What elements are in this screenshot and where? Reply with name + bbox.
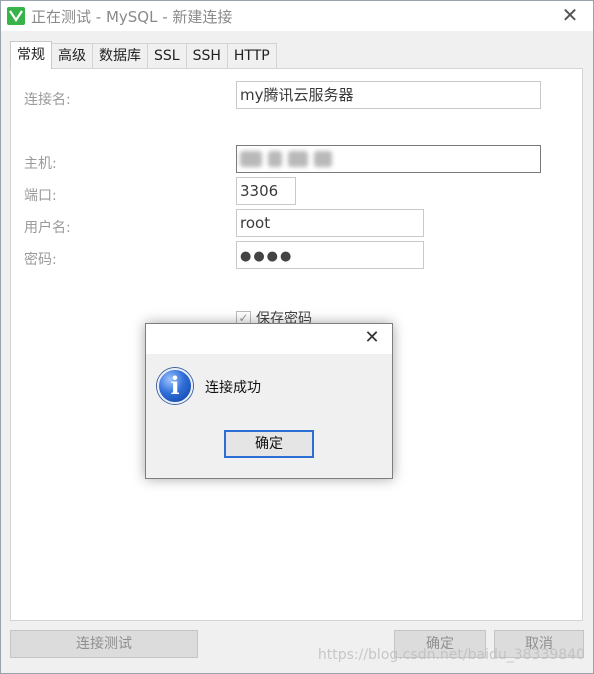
password-dots: ●●●●: [240, 249, 294, 264]
csdn-watermark: https://blog.csdn.net/baidu_38339840: [317, 647, 585, 663]
host-redacted-value: [240, 151, 332, 167]
tab-general[interactable]: 常规: [10, 41, 52, 69]
tab-http[interactable]: HTTP: [226, 43, 277, 68]
new-connection-window: 正在测试 - MySQL - 新建连接 ✕ 常规 高级 数据库 SSL SSH …: [0, 0, 594, 674]
password-label: 密码:: [24, 252, 57, 268]
tab-databases[interactable]: 数据库: [92, 43, 148, 68]
test-connection-button[interactable]: 连接测试: [10, 630, 198, 658]
username-label: 用户名:: [24, 220, 71, 236]
dialog-title-bar: ✕: [146, 324, 392, 354]
window-close-icon[interactable]: ✕: [559, 4, 581, 26]
navicat-app-icon: [7, 7, 25, 25]
host-input[interactable]: [236, 145, 541, 173]
connection-name-label: 连接名:: [24, 92, 71, 108]
connection-success-dialog: ✕ i 连接成功 确定: [145, 323, 393, 479]
host-label: 主机:: [24, 156, 57, 172]
username-input[interactable]: root: [236, 209, 424, 237]
tab-ssh[interactable]: SSH: [185, 43, 228, 68]
dialog-close-icon[interactable]: ✕: [362, 328, 382, 348]
port-input[interactable]: 3306: [236, 177, 296, 205]
tab-ssl[interactable]: SSL: [147, 43, 187, 68]
tab-advanced[interactable]: 高级: [51, 43, 93, 68]
window-title: 正在测试 - MySQL - 新建连接: [31, 8, 233, 26]
password-input[interactable]: ●●●●: [236, 241, 424, 269]
dialog-message: 连接成功: [205, 380, 261, 396]
title-bar: 正在测试 - MySQL - 新建连接 ✕: [1, 1, 593, 31]
port-label: 端口:: [24, 188, 57, 204]
info-icon: i: [157, 368, 193, 404]
tab-strip: 常规 高级 数据库 SSL SSH HTTP: [10, 41, 277, 69]
dialog-body: i 连接成功 确定: [146, 354, 392, 478]
connection-name-input[interactable]: my腾讯云服务器: [236, 81, 541, 109]
dialog-ok-button[interactable]: 确定: [224, 430, 314, 458]
